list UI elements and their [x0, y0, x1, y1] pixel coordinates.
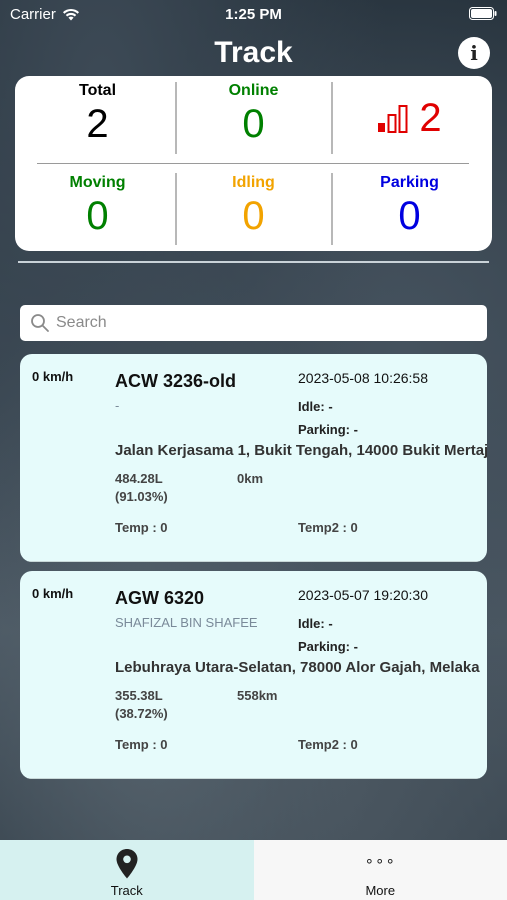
search-icon	[31, 314, 49, 332]
vehicle-plate: ACW 3236-old	[115, 371, 237, 391]
vehicle-fuel: 355.38L	[115, 688, 163, 703]
online-label: Online	[228, 82, 279, 99]
horizontal-divider	[37, 163, 469, 164]
card-divider	[20, 778, 487, 779]
summary-moving[interactable]: Moving 0	[20, 174, 175, 239]
summary-idling[interactable]: Idling 0	[176, 174, 331, 239]
signal-value: 2	[419, 96, 442, 140]
vehicle-driver: -	[115, 398, 120, 413]
vehicle-datetime: 2023-05-08 10:26:58	[298, 370, 428, 386]
total-label: Total	[78, 82, 117, 99]
info-icon[interactable]: i	[458, 37, 490, 69]
summary-panel: Total 2 Online 0 2 Moving 0 Idling 0 Par…	[15, 76, 492, 251]
vehicle-address: Lebuhraya Utara-Selatan, 78000 Alor Gaja…	[115, 659, 480, 676]
vehicle-speed: 0 km/h	[32, 369, 74, 384]
vehicle-speed: 0 km/h	[32, 586, 74, 601]
page-title: Track	[214, 36, 293, 69]
vehicle-idle: Idle: -	[298, 399, 333, 414]
vehicle-fuel: 484.28L	[115, 471, 163, 486]
more-dots-glyph: ∘∘∘	[364, 853, 396, 870]
vehicle-distance: 0km	[237, 471, 264, 486]
search-bar[interactable]	[20, 305, 487, 341]
vehicle-temp: Temp : 0	[115, 737, 168, 752]
summary-signal[interactable]: 2	[332, 94, 487, 141]
vehicle-address: Jalan Kerjasama 1, Bukit Tengah, 14000 B…	[115, 442, 487, 459]
vehicle-temp2: Temp2 : 0	[298, 737, 358, 752]
moving-label: Moving	[69, 174, 126, 191]
vehicle-fuel-percent: (91.03%)	[115, 489, 168, 504]
tab-track[interactable]: Track	[0, 840, 254, 900]
battery-icon	[469, 7, 497, 20]
vehicle-card[interactable]: 0 km/h AGW 6320 2023-05-07 19:20:30 SHAF…	[20, 571, 487, 779]
status-time: 1:25 PM	[225, 6, 282, 23]
vehicle-driver: SHAFIZAL BIN SHAFEE	[115, 615, 258, 630]
vehicle-card[interactable]: 0 km/h ACW 3236-old 2023-05-08 10:26:58 …	[20, 354, 487, 562]
tab-track-label: Track	[110, 883, 143, 898]
vehicle-parking: Parking: -	[298, 422, 358, 437]
vehicle-fuel-percent: (38.72%)	[115, 706, 168, 721]
tab-bar: Track ∘∘∘ More	[0, 840, 507, 900]
vehicle-parking: Parking: -	[298, 639, 358, 654]
separator	[18, 261, 489, 263]
online-value: 0	[242, 102, 265, 146]
idling-value: 0	[242, 194, 265, 238]
tab-more[interactable]: ∘∘∘ More	[253, 840, 507, 900]
info-glyph: i	[470, 41, 478, 65]
vehicle-temp2: Temp2 : 0	[298, 520, 358, 535]
vehicle-plate: AGW 6320	[115, 588, 205, 608]
parking-value: 0	[398, 194, 421, 238]
summary-parking[interactable]: Parking 0	[332, 174, 487, 239]
moving-value: 0	[86, 194, 109, 238]
status-bar: Carrier 1:25 PM	[0, 0, 507, 28]
card-divider	[20, 561, 487, 562]
summary-total[interactable]: Total 2	[20, 82, 175, 147]
parking-label: Parking	[380, 174, 439, 191]
search-input[interactable]	[56, 314, 476, 332]
signal-icon	[378, 104, 408, 133]
vehicle-idle: Idle: -	[298, 616, 333, 631]
map-pin-icon	[116, 849, 138, 879]
summary-online[interactable]: Online 0	[176, 82, 331, 147]
tab-more-label: More	[365, 883, 396, 898]
vehicle-distance: 558km	[237, 688, 278, 703]
total-value: 2	[86, 102, 109, 146]
more-dots-icon: ∘∘∘	[365, 852, 396, 870]
idling-label: Idling	[232, 174, 275, 191]
vehicle-datetime: 2023-05-07 19:20:30	[298, 587, 428, 603]
vehicle-temp: Temp : 0	[115, 520, 168, 535]
